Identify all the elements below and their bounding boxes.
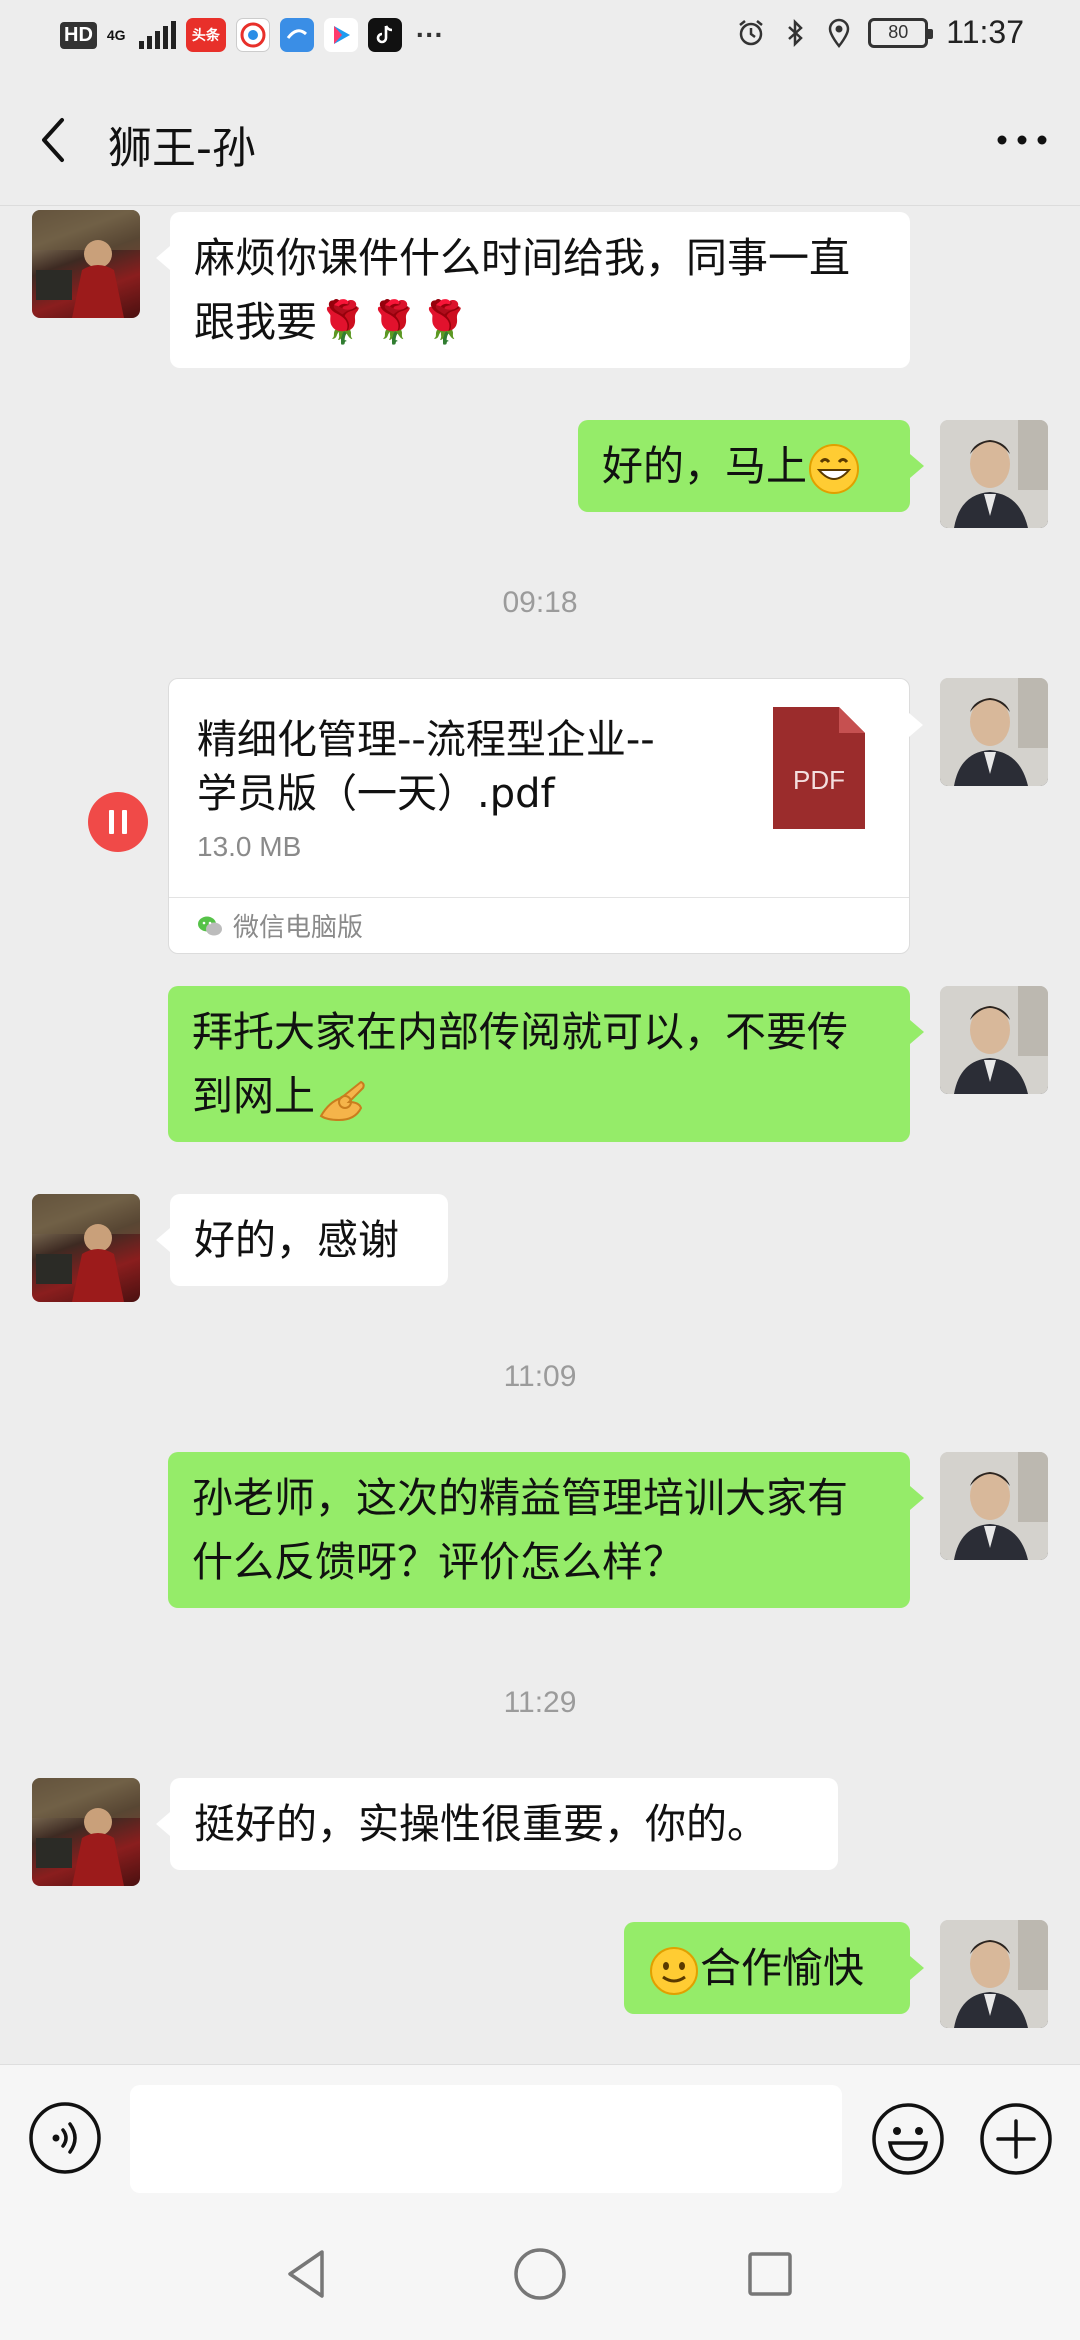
contact-avatar[interactable] (32, 210, 140, 318)
nav-home-circle-icon[interactable] (510, 2244, 570, 2304)
app-notification-icon (235, 18, 270, 52)
hd-indicator: HD (60, 21, 97, 49)
message-bubble-outgoing[interactable]: 孙老师，这次的精益管理培训大家有什么反馈呀？评价怎么样？ (168, 1452, 924, 1608)
message-input[interactable] (130, 2085, 842, 2193)
more-notifications-indicator: ··· (415, 19, 444, 50)
file-name: 精细化管理--流程型企业--学员版（一天）.pdf (197, 717, 655, 817)
app-notification-icon-2 (279, 18, 314, 52)
voice-input-icon[interactable] (28, 2101, 102, 2175)
file-source-label: 微信电脑版 (233, 913, 364, 943)
battery-level: 80 (888, 22, 909, 42)
emoji-picker-icon[interactable] (870, 2101, 946, 2177)
grin-emoji-icon (809, 444, 859, 494)
message-text: 好的，马上 (602, 442, 807, 490)
message-bubble-incoming[interactable]: 挺好的，实操性很重要，你的。 (156, 1778, 838, 1870)
more-functions-plus-icon[interactable] (978, 2101, 1054, 2177)
battery-icon: 80 (868, 17, 934, 48)
my-avatar[interactable] (940, 678, 1048, 786)
my-avatar[interactable] (940, 986, 1048, 1094)
my-avatar[interactable] (940, 1452, 1048, 1560)
message-bubble-outgoing[interactable]: 拜托大家在内部传阅就可以，不要传到网上 (168, 986, 924, 1142)
wechat-icon (198, 916, 222, 935)
svg-text:PDF: PDF (793, 765, 845, 795)
file-source-footer: 微信电脑版 (169, 897, 909, 953)
bluetooth-icon (788, 18, 804, 47)
timestamp: 11:29 (503, 1686, 577, 1719)
chat-title: 狮王-孙 (108, 123, 256, 174)
file-size: 13.0 MB (197, 831, 302, 862)
status-right: 80 11:37 (736, 14, 1024, 51)
system-nav-bar (0, 2214, 1080, 2340)
message-text: 合作愉快 (700, 1944, 864, 1992)
status-bar: HD 4G 头条 ··· 80 11:37 (0, 0, 1080, 74)
message-bubble-incoming[interactable]: 麻烦你课件什么时间给我，同事一直跟我要🌹🌹🌹 (156, 212, 910, 368)
ok-hand-emoji-icon (319, 1080, 365, 1122)
timestamp: 09:18 (502, 586, 578, 619)
contact-avatar[interactable] (32, 1194, 140, 1302)
nav-back-triangle-icon[interactable] (280, 2246, 336, 2302)
clock: 11:37 (946, 14, 1024, 50)
message-bubble-incoming[interactable]: 好的，感谢 (156, 1194, 448, 1286)
timestamp: 11:09 (503, 1360, 577, 1393)
pdf-file-icon: PDF (773, 707, 865, 829)
chat-header: 狮王-孙 (0, 74, 1080, 206)
network-type: 4G (106, 27, 126, 43)
contact-avatar[interactable] (32, 1778, 140, 1886)
status-left: HD 4G 头条 ··· (60, 18, 444, 52)
message-bubble-outgoing[interactable]: 好的，马上 (578, 420, 924, 512)
signal-icon (138, 21, 176, 49)
toutiao-app-icon: 头条 (185, 18, 226, 52)
input-bar (0, 2064, 1080, 2214)
alarm-icon (739, 19, 764, 45)
nav-recents-square-icon[interactable] (742, 2246, 798, 2302)
message-bubble-outgoing[interactable]: 合作愉快 (624, 1922, 924, 2014)
location-icon (829, 18, 850, 48)
message-text: 拜托大家在内部传阅就可以，不要传到网上 (192, 1008, 848, 1120)
my-avatar[interactable] (940, 1920, 1048, 2028)
smile-emoji-icon (650, 1947, 698, 1995)
youku-app-icon (323, 18, 358, 52)
more-options-icon[interactable] (992, 118, 1052, 162)
pause-download-button[interactable] (88, 792, 148, 852)
file-message-card[interactable]: 精细化管理--流程型企业--学员版（一天）.pdf 13.0 MB PDF 微信… (168, 678, 923, 954)
tiktok-app-icon (367, 18, 402, 52)
my-avatar[interactable] (940, 420, 1048, 528)
back-arrow-icon[interactable] (28, 112, 84, 168)
